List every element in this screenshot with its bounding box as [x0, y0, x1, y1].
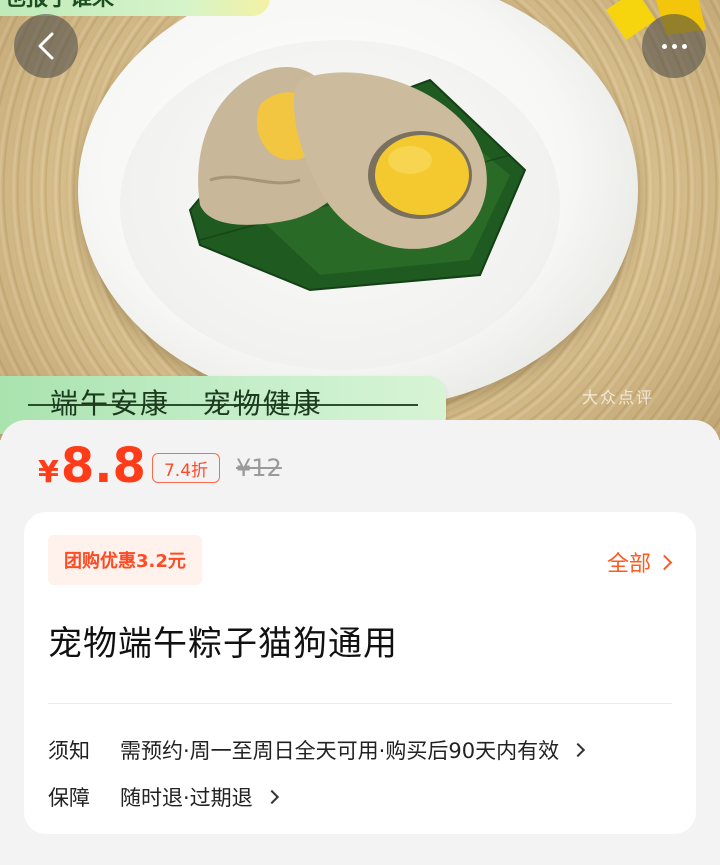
notice-row[interactable]: 须知 需预约·周一至周日全天可用·购买后90天内有效 [48, 735, 672, 765]
original-price: ¥12 [236, 454, 282, 482]
all-offers-label: 全部 [606, 552, 651, 577]
back-button[interactable] [14, 14, 78, 78]
more-button[interactable] [642, 14, 706, 78]
discount-badge: 7.4折 [152, 453, 220, 483]
zongzi-illustration [188, 66, 527, 292]
price-row: ¥ 8.8 [38, 438, 146, 494]
chevron-right-icon [264, 789, 279, 805]
deal-info-card: 团购优惠3.2元 全部 宠物端午粽子猫狗通用 须知 需预约·周一至周日全天可用·… [24, 512, 696, 834]
chevron-left-icon [38, 32, 54, 60]
notice-label: 须知 [48, 739, 90, 763]
ellipsis-icon [661, 43, 687, 49]
divider [48, 703, 672, 704]
hero-image: 也报了谁来 端午安康 宠物健康 大众点评 [0, 0, 720, 440]
slogan-text: 端午安康 宠物健康 [50, 387, 323, 420]
top-banner-text: 也报了谁来 [4, 0, 114, 12]
guarantee-label: 保障 [48, 786, 90, 810]
guarantee-row[interactable]: 保障 随时退·过期退 [48, 782, 279, 812]
watermark: 大众点评 [582, 388, 655, 407]
chevron-right-icon [656, 554, 673, 570]
group-discount-badge: 团购优惠3.2元 [48, 535, 202, 585]
all-offers-link[interactable]: 全部 [606, 546, 673, 578]
product-title: 宠物端午粽子猫狗通用 [48, 624, 398, 664]
price-currency: ¥ [38, 455, 59, 490]
current-price: 8.8 [60, 438, 146, 494]
chevron-right-icon [571, 742, 586, 758]
product-detail-sheet: ¥ 8.8 7.4折 ¥12 团购优惠3.2元 全部 宠物端午粽子猫狗通用 须知… [0, 420, 720, 865]
notice-value: 需预约·周一至周日全天可用·购买后90天内有效 [120, 739, 560, 763]
guarantee-value: 随时退·过期退 [120, 786, 253, 810]
